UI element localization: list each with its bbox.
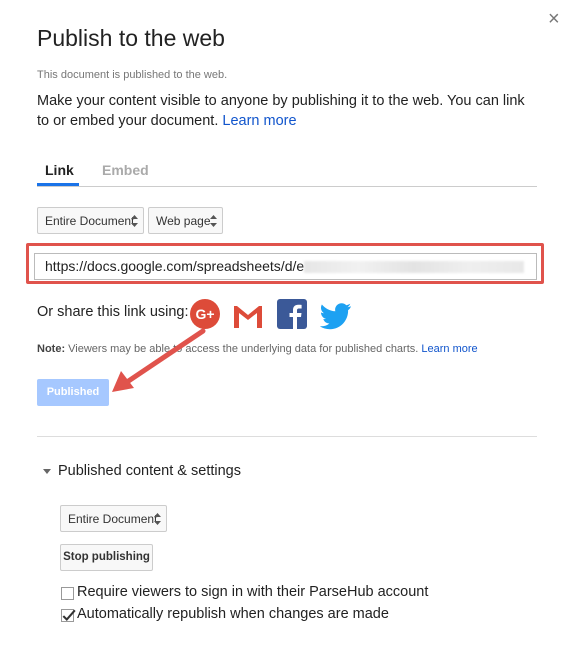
note-prefix: Note:: [37, 343, 66, 355]
published-url-field[interactable]: https://docs.google.com/spreadsheets/d/e: [34, 253, 537, 280]
stop-publishing-button[interactable]: Stop publishing: [60, 544, 153, 571]
publish-status: This document is published to the web.: [37, 69, 228, 81]
gmail-icon[interactable]: [232, 300, 264, 332]
learn-more-link[interactable]: Learn more: [222, 113, 296, 129]
tab-link[interactable]: Link: [45, 162, 74, 178]
require-signin-label: Require viewers to sign in with their Pa…: [77, 584, 429, 600]
section-divider: [37, 436, 537, 437]
svg-text:G+: G+: [195, 306, 214, 322]
checkmark-icon: [62, 609, 76, 622]
settings-scope-select[interactable]: Entire Document: [60, 505, 167, 532]
share-label: Or share this link using:: [37, 304, 189, 320]
select-arrows-icon: [131, 215, 138, 227]
auto-republish-label: Automatically republish when changes are…: [77, 606, 389, 622]
published-url-text: https://docs.google.com/spreadsheets/d/e: [45, 258, 305, 274]
published-button[interactable]: Published: [37, 379, 109, 406]
select-arrows-icon: [154, 513, 161, 525]
dialog-description: Make your content visible to anyone by p…: [37, 91, 537, 131]
redacted-url-part: [304, 261, 525, 274]
note-learn-more-link[interactable]: Learn more: [421, 343, 477, 355]
close-icon[interactable]: ×: [548, 9, 566, 29]
publish-scope-value: Entire Document: [45, 214, 135, 228]
publish-format-value: Web page: [156, 214, 211, 228]
select-arrows-icon: [210, 215, 217, 227]
dialog-title: Publish to the web: [37, 25, 225, 51]
published-settings-toggle[interactable]: Published content & settings: [58, 463, 241, 479]
twitter-icon[interactable]: [320, 299, 352, 331]
require-signin-checkbox[interactable]: [61, 587, 74, 600]
settings-scope-value: Entire Document: [68, 512, 158, 526]
tab-divider: [37, 186, 537, 187]
annotation-arrow-icon: [112, 328, 206, 392]
auto-republish-checkbox[interactable]: [61, 609, 76, 622]
active-tab-indicator: [37, 183, 79, 186]
tab-embed[interactable]: Embed: [102, 162, 149, 178]
publish-scope-select[interactable]: Entire Document: [37, 207, 144, 234]
facebook-icon[interactable]: [276, 298, 308, 330]
publish-format-select[interactable]: Web page: [148, 207, 223, 234]
collapse-caret-icon[interactable]: [43, 469, 51, 474]
